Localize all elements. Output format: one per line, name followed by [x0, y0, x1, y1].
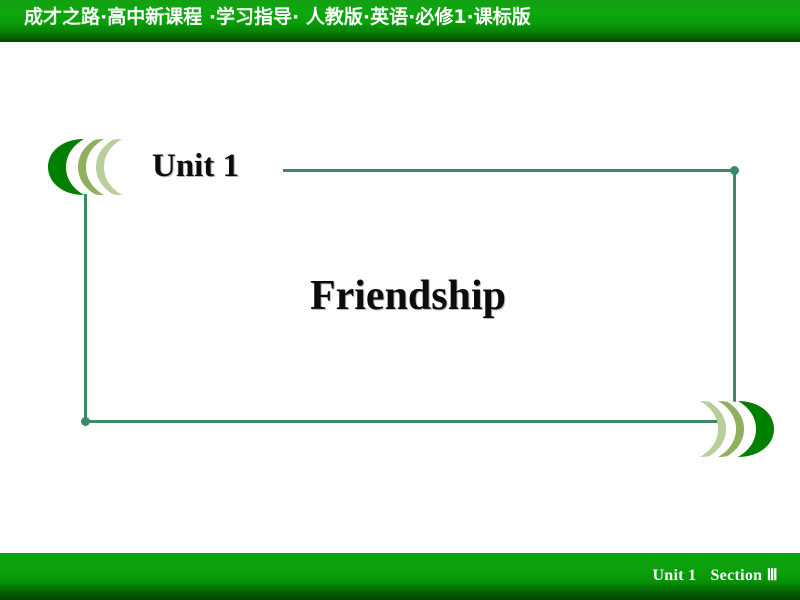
topic-title-wrapper: Friendship	[0, 272, 800, 320]
header-bar: 成才之路·高中新课程 ·学习指导· 人教版·英语·必修1·课标版	[0, 0, 800, 42]
frame-line-top	[283, 169, 736, 172]
right-crescent-decoration	[700, 401, 774, 457]
unit-label: Unit 1	[152, 148, 240, 184]
footer-status-label: Unit 1 Section Ⅲ	[652, 565, 778, 585]
presentation-slide: 成才之路·高中新课程 ·学习指导· 人教版·英语·必修1·课标版 Unit 1 …	[0, 0, 800, 600]
frame-line-bottom	[84, 420, 736, 423]
frame-corner-dot-top-right	[730, 166, 739, 175]
footer-section-text: Section Ⅲ	[710, 567, 778, 584]
header-title: 成才之路·高中新课程 ·学习指导· 人教版·英语·必修1·课标版	[24, 6, 531, 28]
topic-title: Friendship	[309, 273, 507, 319]
frame-corner-dot-bottom-left	[81, 417, 90, 426]
footer-unit-text: Unit 1	[652, 567, 697, 584]
left-crescent-decoration	[48, 139, 122, 195]
footer-bar: Unit 1 Section Ⅲ	[0, 553, 800, 600]
